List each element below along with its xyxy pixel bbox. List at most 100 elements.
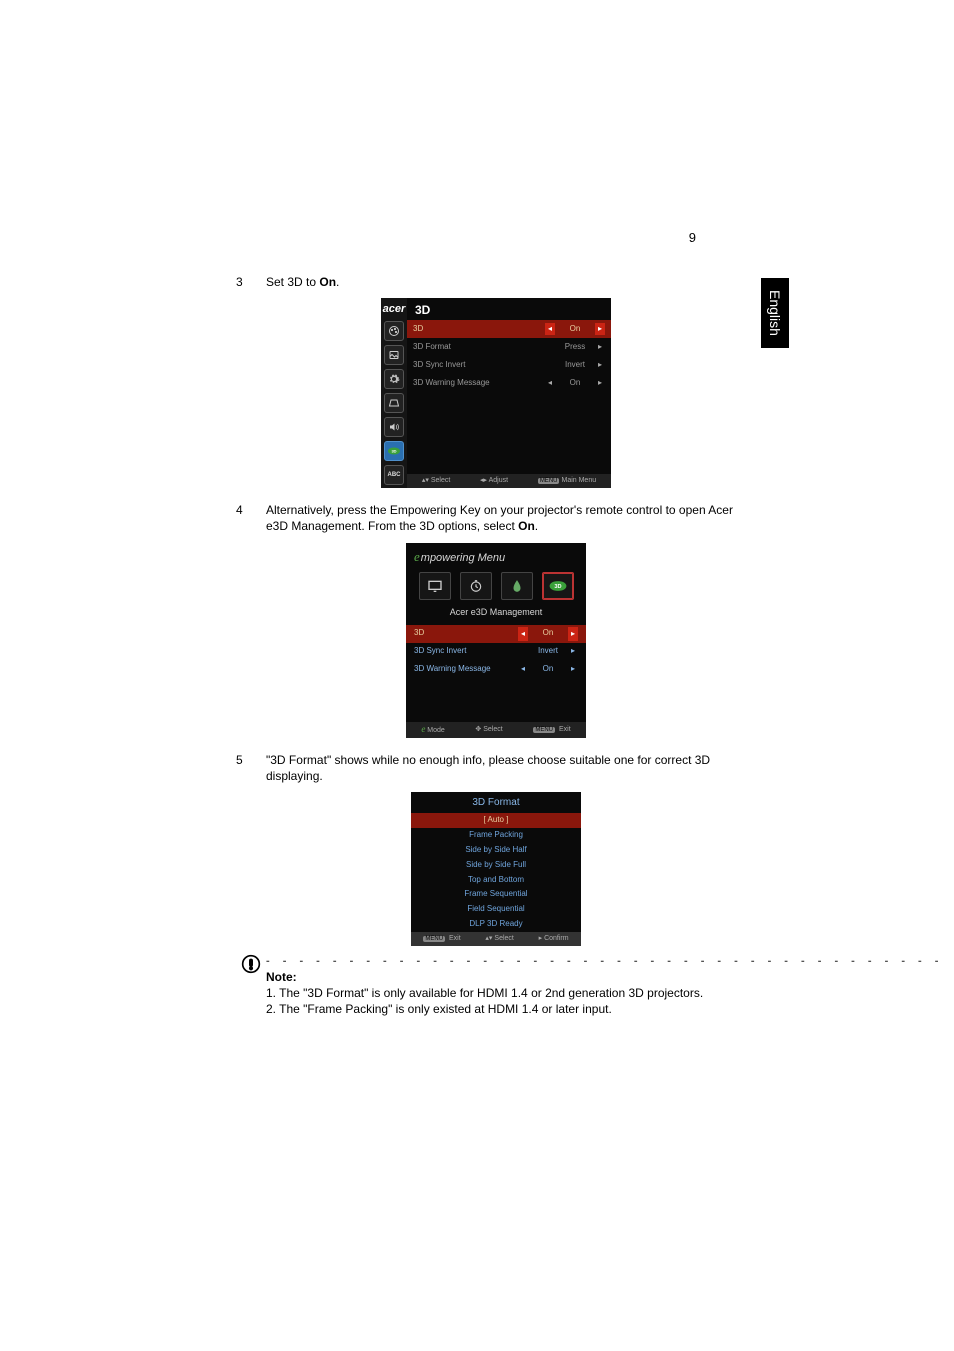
page-number: 9 [689, 230, 696, 245]
timer-tab-icon [460, 572, 492, 600]
svg-text:3D: 3D [554, 585, 561, 591]
text: Set 3D to [266, 275, 319, 289]
page: 9 English 3 Set 3D to On. acer [0, 0, 954, 1351]
osd-row-value: Invert [555, 360, 595, 371]
footer-hint: ▴▾ Select [485, 934, 513, 943]
osd-list-item: Top and Bottom [411, 873, 581, 888]
arrow-left-icon: ◂ [518, 664, 528, 675]
text: . [336, 275, 339, 289]
osd-row: 3D Warning Message◂On▸ [406, 661, 586, 679]
step-5: 5 "3D Format" shows while no enough info… [236, 752, 756, 784]
svg-text:3D: 3D [391, 449, 396, 454]
step-3: 3 Set 3D to On. [236, 274, 756, 290]
gear-icon [384, 369, 404, 389]
note-heading: Note: [266, 969, 943, 985]
arrow-right-icon: ▸ [568, 646, 578, 657]
osd-rows: 3D◂On▸3D Sync InvertInvert▸3D Warning Me… [406, 625, 586, 679]
step-text: Set 3D to On. [266, 274, 756, 290]
note-line: 2. The "Frame Packing" is only existed a… [266, 1001, 943, 1017]
footer-hint: MENU Exit [533, 725, 570, 734]
osd-list-item: Field Sequential [411, 902, 581, 917]
osd-row-label: 3D Warning Message [413, 378, 545, 389]
arrow-right-icon: ▸ [568, 664, 578, 675]
osd-list-item: Frame Packing [411, 828, 581, 843]
arrow-right-icon: ▸ [595, 378, 605, 389]
footer-hint: MENU Exit [423, 934, 460, 943]
osd-footer: MENU Exit ▴▾ Select ▸ Confirm [411, 932, 581, 946]
osd-row-label: 3D Sync Invert [414, 646, 518, 657]
note-line: 1. The "3D Format" is only available for… [266, 985, 943, 1001]
step-number: 4 [236, 502, 266, 534]
osd-subtitle: Acer e3D Management [406, 606, 586, 624]
image-icon [384, 345, 404, 365]
step-4: 4 Alternatively, press the Empowering Ke… [236, 502, 756, 534]
footer-hint: ▸ Confirm [539, 934, 569, 943]
3d-icon: 3D [384, 441, 404, 461]
step-text: Alternatively, press the Empowering Key … [266, 502, 756, 534]
palette-icon [384, 321, 404, 341]
3d-tab-icon: 3D [542, 572, 574, 600]
osd-row-value: Invert [528, 646, 568, 657]
acer-logo: acer [383, 302, 406, 317]
arrow-left-icon: ◂ [545, 378, 555, 389]
osd-empowering-menu: empowering Menu 3D Acer e3D Management 3… [406, 543, 586, 738]
text-bold: On [518, 519, 535, 533]
text-bold: On [319, 275, 336, 289]
footer-hint: ◂▸ Adjust [480, 476, 508, 485]
footer-hint: MENUMain Menu [538, 476, 596, 485]
footer-hint: ✥ Select [475, 725, 502, 734]
keystone-icon [384, 393, 404, 413]
eco-tab-icon [501, 572, 533, 600]
footer-hint: ▴▾ Select [422, 476, 450, 485]
note-block: - - - - - - - - - - - - - - - - - - - - … [236, 954, 756, 1017]
audio-icon [384, 417, 404, 437]
osd-title: 3D Format [411, 792, 581, 814]
language-tab: English [761, 278, 789, 348]
arrow-right-icon: ▸ [595, 360, 605, 371]
arrow-left-icon: ◂ [545, 323, 555, 335]
osd-row: 3D Warning Message◂On▸ [407, 374, 611, 392]
osd-list-item: Side by Side Full [411, 858, 581, 873]
osd-row-label: 3D Format [413, 342, 545, 353]
osd-tabs: 3D [406, 568, 586, 606]
step-text: "3D Format" shows while no enough info, … [266, 752, 756, 784]
osd-row-label: 3D [414, 628, 518, 639]
osd-sidebar: acer 3D ABC [381, 298, 407, 488]
osd-list-item: Frame Sequential [411, 887, 581, 902]
note-body: - - - - - - - - - - - - - - - - - - - - … [266, 954, 943, 1017]
osd-row-label: 3D Warning Message [414, 664, 518, 675]
osd-row: 3D Sync Invert Invert▸ [406, 643, 586, 661]
warning-icon [241, 954, 261, 974]
text: . [535, 519, 538, 533]
osd-row: 3D◂On▸ [407, 320, 611, 338]
note-icon-col [236, 954, 266, 1017]
arrow-right-icon: ▸ [595, 342, 605, 353]
osd-row-value: Press [555, 342, 595, 353]
osd-row: 3D Format Press▸ [407, 338, 611, 356]
osd-row-value: On [555, 378, 595, 389]
arrow-right-icon: ▸ [595, 323, 605, 335]
osd-row: 3D◂On▸ [406, 625, 586, 643]
osd-row-value: On [528, 628, 568, 639]
osd-list-item: Side by Side Half [411, 843, 581, 858]
osd-row: 3D Sync Invert Invert▸ [407, 356, 611, 374]
osd-body: 3D 3D◂On▸3D FormatPress▸3D Sync InvertIn… [407, 298, 611, 488]
osd-row-value: On [555, 324, 595, 335]
osd-3d-menu: acer 3D ABC [381, 298, 611, 488]
footer-hint: e Mode [421, 723, 444, 735]
screen-tab-icon [419, 572, 451, 600]
osd-list-item: DLP 3D Ready [411, 917, 581, 932]
osd-row-label: 3D Sync Invert [413, 360, 545, 371]
step-number: 3 [236, 274, 266, 290]
e-logo-icon: e [414, 549, 420, 564]
osd-footer: ▴▾ Select ◂▸ Adjust MENUMain Menu [407, 474, 611, 488]
language-icon: ABC [384, 465, 404, 485]
osd-row-value: On [528, 664, 568, 675]
osd-3d-format-menu: 3D Format [ Auto ]Frame PackingSide by S… [411, 792, 581, 946]
osd-footer: e Mode ✥ Select MENU Exit [406, 722, 586, 738]
dash-line: - - - - - - - - - - - - - - - - - - - - … [266, 954, 943, 969]
arrow-right-icon: ▸ [568, 627, 578, 641]
title-text: mpowering Menu [421, 552, 505, 564]
step-number: 5 [236, 752, 266, 784]
osd-title: empowering Menu [406, 543, 586, 569]
